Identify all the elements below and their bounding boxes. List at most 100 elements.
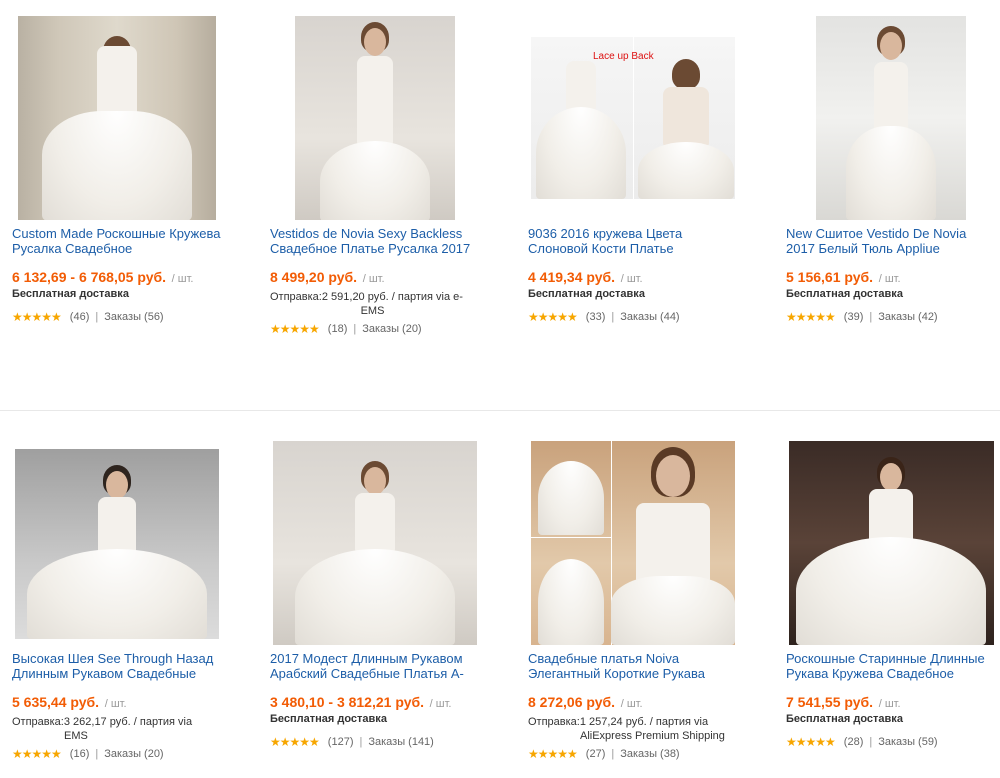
rating-row: ★★★★★ (39) | Заказы (42) bbox=[786, 310, 996, 324]
star-rating-icon[interactable]: ★★★★★ bbox=[786, 735, 836, 749]
wedding-dress-photo bbox=[18, 16, 216, 220]
star-rating-icon[interactable]: ★★★★★ bbox=[12, 310, 62, 324]
product-title-link[interactable]: Свадебные платья Noiva Элегантный Коротк… bbox=[528, 651, 738, 681]
price-line: 6 132,69 - 6 768,05 руб. / шт. bbox=[12, 269, 222, 285]
price-line: 7 541,55 руб. / шт. bbox=[786, 694, 996, 710]
shipping-line-1: Отправка:3 262,17 руб. / партия via bbox=[12, 716, 193, 728]
price-unit: / шт. bbox=[429, 698, 452, 710]
orders-count[interactable]: Заказы (42) bbox=[878, 311, 937, 323]
separator: | bbox=[95, 311, 99, 323]
shipping-info: Бесплатная доставка bbox=[786, 288, 903, 300]
shipping-info: Отправка:3 262,17 руб. / партия via EMS bbox=[12, 715, 217, 743]
separator: | bbox=[611, 748, 615, 760]
orders-count[interactable]: Заказы (20) bbox=[104, 748, 163, 760]
shipping-info: Отправка:1 257,24 руб. / партия via AliE… bbox=[528, 715, 733, 743]
product-card[interactable]: New Сшитое Vestido De Novia 2017 Белый Т… bbox=[786, 16, 996, 324]
separator: | bbox=[869, 736, 873, 748]
product-image-link[interactable] bbox=[270, 441, 480, 645]
review-count[interactable]: (16) bbox=[70, 748, 90, 760]
product-card[interactable]: Свадебные платья Noiva Элегантный Коротк… bbox=[528, 441, 738, 761]
rating-row: ★★★★★ (127) | Заказы (141) bbox=[270, 735, 480, 749]
review-count[interactable]: (33) bbox=[586, 311, 606, 323]
product-image-link[interactable] bbox=[12, 441, 222, 645]
separator: | bbox=[359, 736, 363, 748]
product-card[interactable]: Роскошные Старинные Длинные Рукава Круже… bbox=[786, 441, 996, 749]
product-card[interactable]: Vestidos de Novia Sexy Backless Свадебно… bbox=[270, 16, 480, 336]
separator: | bbox=[611, 311, 615, 323]
product-price: 5 635,44 руб. bbox=[12, 694, 100, 710]
rating-row: ★★★★★ (33) | Заказы (44) bbox=[528, 310, 738, 324]
product-price: 5 156,61 руб. bbox=[786, 269, 874, 285]
star-rating-icon[interactable]: ★★★★★ bbox=[12, 747, 62, 761]
product-title-link[interactable]: Роскошные Старинные Длинные Рукава Круже… bbox=[786, 651, 996, 681]
product-title-link[interactable]: Высокая Шея See Through Назад Длинным Ру… bbox=[12, 651, 222, 681]
rating-row: ★★★★★ (46) | Заказы (56) bbox=[12, 310, 222, 324]
review-count[interactable]: (18) bbox=[328, 323, 348, 335]
product-price: 7 541,55 руб. bbox=[786, 694, 874, 710]
product-title-link[interactable]: Custom Made Роскошные Кружева Русалка Св… bbox=[12, 226, 222, 256]
price-unit: / шт. bbox=[620, 698, 643, 710]
star-rating-icon[interactable]: ★★★★★ bbox=[786, 310, 836, 324]
review-count[interactable]: (28) bbox=[844, 736, 864, 748]
shipping-line-1: Отправка:2 591,20 руб. / партия via e- bbox=[270, 291, 463, 303]
shipping-line-1: Отправка:1 257,24 руб. / партия via bbox=[528, 716, 709, 728]
wedding-dress-photo bbox=[531, 441, 735, 645]
product-card[interactable]: Custom Made Роскошные Кружева Русалка Св… bbox=[12, 16, 222, 324]
rating-row: ★★★★★ (18) | Заказы (20) bbox=[270, 322, 480, 336]
price-line: 3 480,10 - 3 812,21 руб. / шт. bbox=[270, 694, 480, 710]
star-rating-icon[interactable]: ★★★★★ bbox=[270, 735, 320, 749]
product-price: 4 419,34 руб. bbox=[528, 269, 616, 285]
product-row-2: Высокая Шея See Through Назад Длинным Ру… bbox=[0, 410, 1000, 778]
orders-count[interactable]: Заказы (20) bbox=[362, 323, 421, 335]
shipping-line-2: EMS bbox=[64, 730, 88, 742]
product-image-link[interactable] bbox=[12, 16, 222, 220]
review-count[interactable]: (127) bbox=[328, 736, 354, 748]
product-price: 8 272,06 руб. bbox=[528, 694, 616, 710]
shipping-info: Бесплатная доставка bbox=[270, 713, 387, 725]
review-count[interactable]: (46) bbox=[70, 311, 90, 323]
rating-row: ★★★★★ (16) | Заказы (20) bbox=[12, 747, 222, 761]
product-card[interactable]: 2017 Модест Длинным Рукавом Арабский Сва… bbox=[270, 441, 480, 749]
shipping-line-2: EMS bbox=[360, 305, 385, 317]
product-image-link[interactable]: Lace up Back bbox=[528, 16, 738, 220]
product-price: 3 480,10 - 3 812,21 руб. bbox=[270, 694, 425, 710]
star-rating-icon[interactable]: ★★★★★ bbox=[528, 310, 578, 324]
price-line: 5 156,61 руб. / шт. bbox=[786, 269, 996, 285]
star-rating-icon[interactable]: ★★★★★ bbox=[528, 747, 578, 761]
orders-count[interactable]: Заказы (59) bbox=[878, 736, 937, 748]
rating-row: ★★★★★ (28) | Заказы (59) bbox=[786, 735, 996, 749]
wedding-dress-photo: Lace up Back bbox=[531, 37, 735, 199]
separator: | bbox=[95, 748, 99, 760]
product-title-link[interactable]: Vestidos de Novia Sexy Backless Свадебно… bbox=[270, 226, 480, 256]
orders-count[interactable]: Заказы (44) bbox=[620, 311, 679, 323]
orders-count[interactable]: Заказы (56) bbox=[104, 311, 163, 323]
price-line: 8 272,06 руб. / шт. bbox=[528, 694, 738, 710]
price-line: 4 419,34 руб. / шт. bbox=[528, 269, 738, 285]
star-rating-icon[interactable]: ★★★★★ bbox=[270, 322, 320, 336]
product-image-link[interactable] bbox=[786, 441, 996, 645]
orders-count[interactable]: Заказы (38) bbox=[620, 748, 679, 760]
product-image-link[interactable] bbox=[270, 16, 480, 220]
price-unit: / шт. bbox=[171, 273, 194, 285]
product-title-link[interactable]: New Сшитое Vestido De Novia 2017 Белый Т… bbox=[786, 226, 996, 256]
product-row-1: Custom Made Роскошные Кружева Русалка Св… bbox=[0, 0, 1000, 370]
image-caption: Lace up Back bbox=[593, 51, 654, 62]
review-count[interactable]: (39) bbox=[844, 311, 864, 323]
price-unit: / шт. bbox=[878, 698, 901, 710]
product-card[interactable]: Lace up Back 9036 2016 кружева Цвета Сло… bbox=[528, 16, 738, 324]
shipping-info: Отправка:2 591,20 руб. / партия via e- E… bbox=[270, 290, 475, 318]
product-title-link[interactable]: 2017 Модест Длинным Рукавом Арабский Сва… bbox=[270, 651, 480, 681]
wedding-dress-photo bbox=[15, 449, 219, 639]
orders-count[interactable]: Заказы (141) bbox=[368, 736, 434, 748]
price-line: 5 635,44 руб. / шт. bbox=[12, 694, 222, 710]
wedding-dress-photo bbox=[273, 441, 477, 645]
shipping-info: Бесплатная доставка bbox=[12, 288, 129, 300]
price-line: 8 499,20 руб. / шт. bbox=[270, 269, 480, 285]
product-title-link[interactable]: 9036 2016 кружева Цвета Слоновой Кости П… bbox=[528, 226, 738, 256]
product-image-link[interactable] bbox=[528, 441, 738, 645]
product-price: 6 132,69 - 6 768,05 руб. bbox=[12, 269, 167, 285]
product-image-link[interactable] bbox=[786, 16, 996, 220]
product-card[interactable]: Высокая Шея See Through Назад Длинным Ру… bbox=[12, 441, 222, 761]
review-count[interactable]: (27) bbox=[586, 748, 606, 760]
product-price: 8 499,20 руб. bbox=[270, 269, 358, 285]
